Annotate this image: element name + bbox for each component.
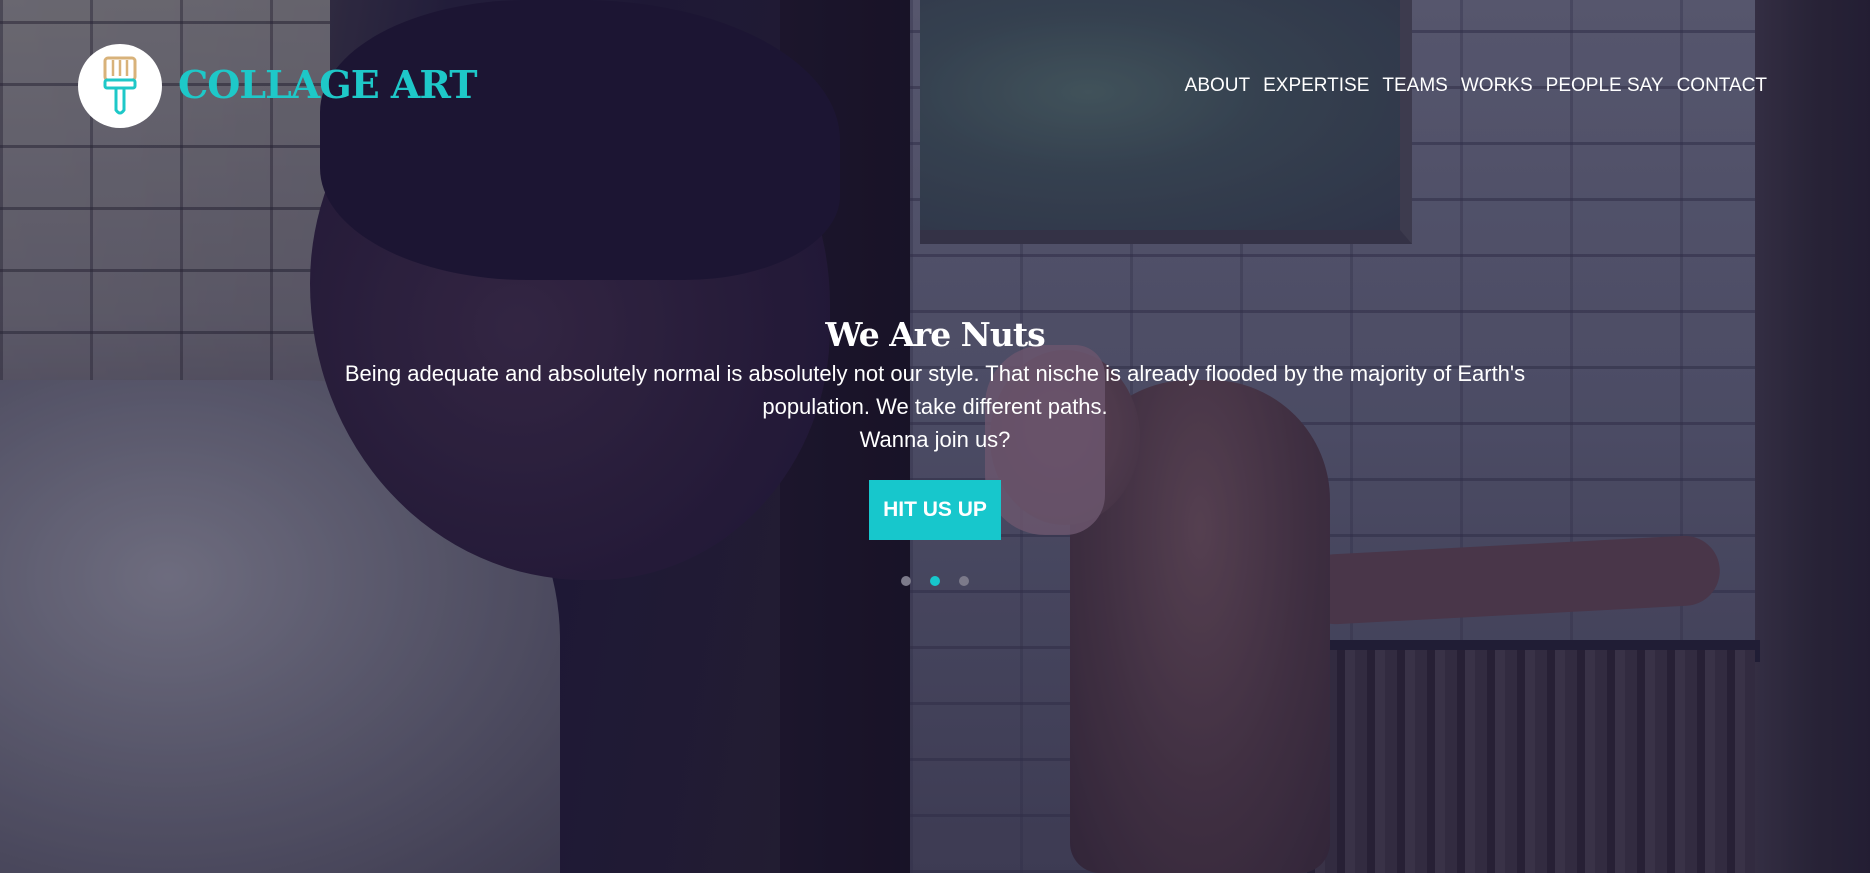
nav-item-works[interactable]: WORKS bbox=[1461, 75, 1533, 97]
carousel-dot-3[interactable] bbox=[959, 576, 969, 586]
hit-us-up-button[interactable]: HIT US UP bbox=[869, 480, 1001, 540]
brand-name[interactable]: COLLAGE ART bbox=[178, 62, 478, 107]
nav-item-expertise[interactable]: EXPERTISE bbox=[1263, 75, 1369, 97]
site-header: COLLAGE ART ABOUT EXPERTISE TEAMS WORKS … bbox=[0, 0, 1870, 170]
carousel-indicators bbox=[0, 576, 1870, 586]
carousel-dot-2[interactable] bbox=[930, 576, 940, 586]
nav-item-about[interactable]: ABOUT bbox=[1185, 75, 1250, 97]
hero-section: COLLAGE ART ABOUT EXPERTISE TEAMS WORKS … bbox=[0, 0, 1870, 873]
nav-item-contact[interactable]: CONTACT bbox=[1677, 75, 1767, 97]
hero-description: Being adequate and absolutely normal is … bbox=[344, 361, 1526, 419]
carousel-dot-1[interactable] bbox=[901, 576, 911, 586]
paintbrush-icon bbox=[103, 56, 137, 115]
hero-title: We Are Nuts bbox=[825, 315, 1045, 354]
hero-question: Wanna join us? bbox=[859, 427, 1011, 452]
hero-content: We Are Nuts Being adequate and absolutel… bbox=[0, 315, 1870, 540]
nav-item-teams[interactable]: TEAMS bbox=[1382, 75, 1447, 97]
nav-item-people-say[interactable]: PEOPLE SAY bbox=[1546, 75, 1664, 97]
logo-link[interactable] bbox=[78, 44, 162, 128]
main-nav: ABOUT EXPERTISE TEAMS WORKS PEOPLE SAY C… bbox=[1172, 75, 1767, 97]
